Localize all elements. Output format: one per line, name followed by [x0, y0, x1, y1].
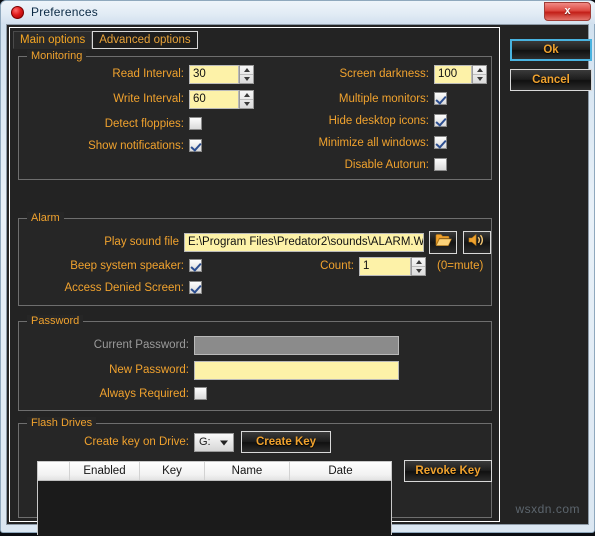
count-up-icon[interactable]: [412, 258, 425, 267]
current-password-label: Current Password:: [93, 339, 189, 351]
ok-button[interactable]: Ok: [510, 39, 592, 61]
detect-floppies-label: Detect floppies:: [104, 118, 184, 130]
access-denied-screen-checkbox[interactable]: [189, 281, 202, 294]
hide-desktop-icons-label: Hide desktop icons:: [328, 115, 429, 127]
count-hint: (0=mute): [437, 260, 484, 272]
chevron-down-icon: [220, 440, 228, 445]
keys-col-select: [38, 462, 70, 480]
alarm-legend: Alarm: [27, 212, 64, 224]
count-down-icon[interactable]: [412, 267, 425, 275]
write-interval-input[interactable]: 60: [189, 90, 239, 109]
predator-circle-icon: [11, 6, 24, 19]
action-pane: Ok Cancel: [502, 27, 592, 524]
keys-table: Enabled Key Name Date: [37, 461, 392, 536]
beep-system-speaker-label: Beep system speaker:: [70, 260, 184, 272]
hide-desktop-icons-checkbox[interactable]: [434, 114, 447, 127]
window-title: Preferences: [31, 5, 98, 19]
password-legend: Password: [27, 315, 84, 327]
dialog-body: Main options Advanced options Monitoring …: [6, 24, 592, 536]
new-password-label: New Password:: [109, 364, 189, 376]
title-bar: Preferences x: [1, 1, 595, 24]
keys-table-body[interactable]: [38, 481, 391, 536]
folder-open-icon: [435, 233, 452, 252]
count-input[interactable]: 1: [359, 257, 411, 276]
drive-select[interactable]: G:: [194, 433, 234, 452]
keys-table-header: Enabled Key Name Date: [38, 462, 391, 481]
detect-floppies-checkbox[interactable]: [189, 117, 202, 130]
monitoring-legend: Monitoring: [27, 50, 87, 62]
play-sound-file-label: Play sound file: [104, 236, 179, 248]
minimize-all-windows-label: Minimize all windows:: [318, 137, 429, 149]
current-password-input: [194, 336, 399, 355]
main-options-pane: Main options Advanced options Monitoring …: [9, 27, 500, 536]
minimize-all-windows-checkbox[interactable]: [434, 136, 447, 149]
multiple-monitors-checkbox[interactable]: [434, 92, 447, 105]
multiple-monitors-label: Multiple monitors:: [338, 93, 429, 105]
cancel-button[interactable]: Cancel: [510, 69, 592, 91]
flash-drives-legend: Flash Drives: [27, 417, 97, 429]
keys-col-enabled[interactable]: Enabled: [70, 462, 140, 480]
show-notifications-checkbox[interactable]: [189, 139, 202, 152]
always-required-label: Always Required:: [99, 388, 189, 400]
write-interval-label: Write Interval:: [113, 93, 184, 105]
write-interval-down-icon[interactable]: [240, 100, 253, 108]
tab-strip: Main options Advanced options: [13, 31, 198, 49]
create-key-drive-label: Create key on Drive:: [84, 436, 189, 448]
screen-darkness-label: Screen darkness:: [339, 68, 430, 80]
play-sound-button[interactable]: [463, 231, 491, 254]
always-required-checkbox[interactable]: [194, 387, 207, 400]
screen-darkness-up-icon[interactable]: [473, 66, 486, 75]
keys-col-name[interactable]: Name: [205, 462, 290, 480]
revoke-key-button[interactable]: Revoke Key: [404, 460, 492, 482]
keys-col-key[interactable]: Key: [140, 462, 205, 480]
keys-col-date[interactable]: Date: [290, 462, 391, 480]
read-interval-label: Read Interval:: [112, 68, 184, 80]
tab-advanced-options[interactable]: Advanced options: [92, 31, 198, 49]
alarm-group: Alarm Play sound file E:\Program Files\P…: [18, 212, 492, 306]
access-denied-screen-label: Access Denied Screen:: [64, 282, 184, 294]
browse-sound-file-button[interactable]: [429, 231, 457, 254]
screen-darkness-input[interactable]: 100: [434, 65, 472, 84]
flash-drives-group: Flash Drives Create key on Drive: G: Cre…: [18, 417, 492, 536]
close-button[interactable]: x: [544, 2, 591, 21]
tab-main-options[interactable]: Main options: [13, 31, 93, 49]
count-label: Count:: [320, 260, 354, 272]
password-group: Password Current Password: New Password:…: [18, 315, 492, 411]
screen-darkness-down-icon[interactable]: [473, 75, 486, 83]
new-password-input[interactable]: [194, 361, 399, 380]
speaker-icon: [468, 233, 486, 252]
monitoring-group: Monitoring Read Interval: 30 Write Inter…: [18, 50, 492, 180]
show-notifications-label: Show notifications:: [88, 140, 184, 152]
watermark: wsxdn.com: [515, 502, 580, 516]
count-stepper[interactable]: [411, 257, 426, 276]
beep-system-speaker-checkbox[interactable]: [189, 259, 202, 272]
preferences-window: Preferences x Main options Advanced optio…: [0, 0, 595, 536]
write-interval-stepper[interactable]: [239, 90, 254, 109]
disable-autorun-label: Disable Autorun:: [344, 159, 429, 171]
screen-darkness-stepper[interactable]: [472, 65, 487, 84]
create-key-button[interactable]: Create Key: [241, 431, 331, 453]
write-interval-up-icon[interactable]: [240, 91, 253, 100]
disable-autorun-checkbox[interactable]: [434, 158, 447, 171]
drive-select-value: G:: [199, 436, 211, 448]
play-sound-file-input[interactable]: E:\Program Files\Predator2\sounds\ALARM.…: [184, 233, 424, 252]
